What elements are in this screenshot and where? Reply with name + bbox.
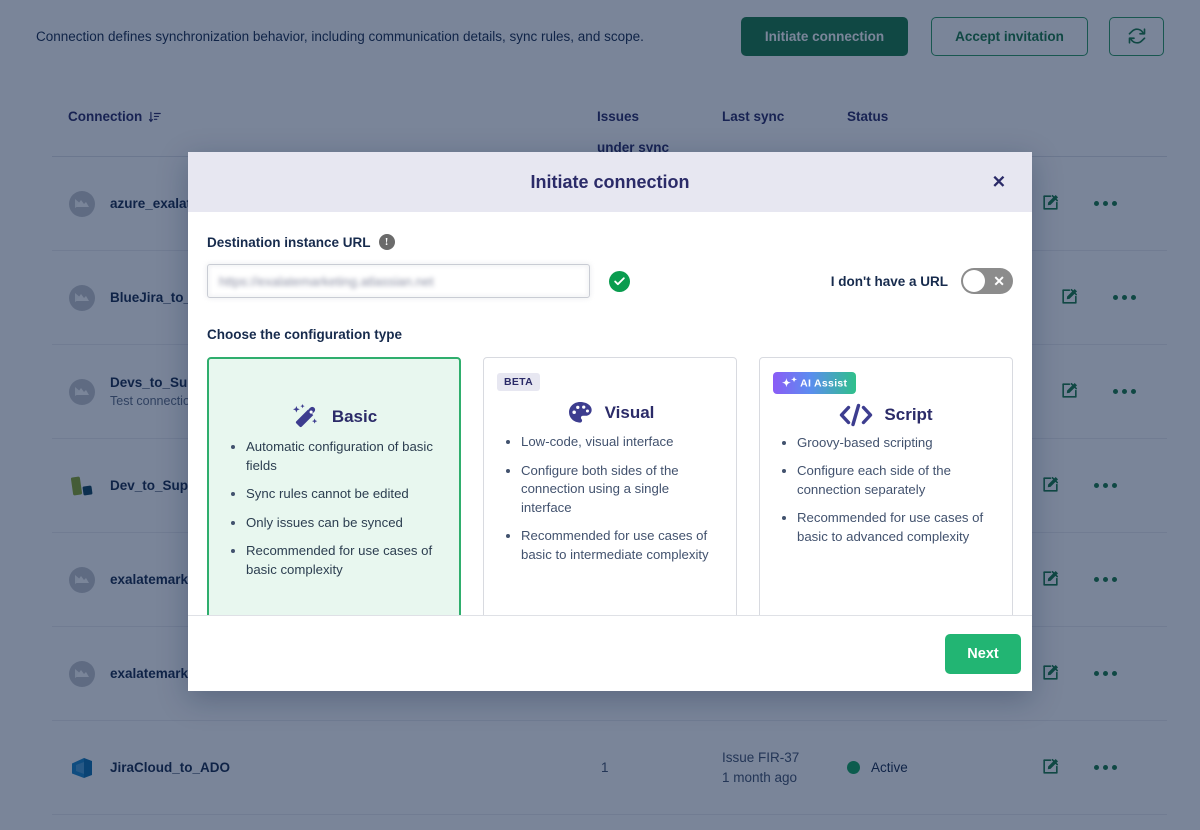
card-bullet: Low-code, visual interface [499, 433, 723, 452]
card-bullet-list: Groovy-based scripting Configure each sid… [773, 434, 999, 547]
card-title-row: Basic [222, 402, 446, 432]
toggle-knob [963, 270, 985, 292]
initiate-connection-modal: Initiate connection ✕ Destination instan… [188, 152, 1032, 691]
close-icon[interactable]: ✕ [992, 174, 1006, 191]
card-bullet: Automatic configuration of basic fields [224, 438, 446, 475]
destination-url-row: I don't have a URL ✕ [207, 264, 1013, 298]
next-button[interactable]: Next [945, 634, 1021, 674]
card-title: Script [884, 405, 932, 425]
no-url-toggle[interactable]: ✕ [961, 268, 1013, 294]
card-bullet-list: Automatic configuration of basic fields S… [222, 438, 446, 579]
destination-url-input-wrapper [207, 264, 590, 298]
card-bullet: Configure both sides of the connection u… [499, 462, 723, 518]
modal-footer: Next [188, 615, 1032, 691]
code-brackets-icon [839, 402, 873, 428]
card-title-row: Script [773, 402, 999, 428]
card-bullet: Configure each side of the connection se… [775, 462, 999, 499]
config-type-card-script[interactable]: ✦✦ AI Assist Script Groovy-based scripting… [759, 357, 1013, 615]
check-circle-icon [609, 271, 630, 292]
info-icon[interactable]: ! [379, 234, 395, 250]
configuration-type-cards: Basic Automatic configuration of basic fi… [207, 357, 1013, 615]
card-badge-visual: BETA [497, 373, 540, 391]
modal-body: Destination instance URL ! I don't have … [188, 212, 1032, 615]
card-bullet: Recommended for use cases of basic to in… [499, 527, 723, 564]
card-title-row: Visual [497, 399, 723, 427]
palette-icon [566, 399, 594, 427]
card-bullet: Groovy-based scripting [775, 434, 999, 453]
card-title: Basic [332, 407, 377, 427]
toggle-off-icon: ✕ [993, 274, 1005, 288]
card-bullet-list: Low-code, visual interface Configure both… [497, 433, 723, 564]
destination-url-label: Destination instance URL ! [207, 234, 1013, 250]
modal-title: Initiate connection [530, 172, 689, 193]
card-bullet: Recommended for use cases of basic to ad… [775, 509, 999, 546]
config-type-card-basic[interactable]: Basic Automatic configuration of basic fi… [207, 357, 461, 615]
destination-url-input[interactable] [207, 264, 590, 298]
modal-header: Initiate connection ✕ [188, 152, 1032, 212]
card-badge-script: ✦✦ AI Assist [773, 372, 856, 394]
card-bullet: Sync rules cannot be edited [224, 485, 446, 504]
choose-configuration-type-label: Choose the configuration type [207, 327, 1013, 342]
card-bullet: Only issues can be synced [224, 514, 446, 533]
config-type-card-visual[interactable]: BETA Visual Low-code, visual interface Conf… [483, 357, 737, 615]
no-url-toggle-label: I don't have a URL [831, 274, 948, 289]
card-title: Visual [605, 403, 655, 423]
app-root: Connection defines synchronization behav… [0, 0, 1200, 830]
magic-wand-icon [291, 402, 321, 432]
card-bullet: Recommended for use cases of basic compl… [224, 542, 446, 579]
